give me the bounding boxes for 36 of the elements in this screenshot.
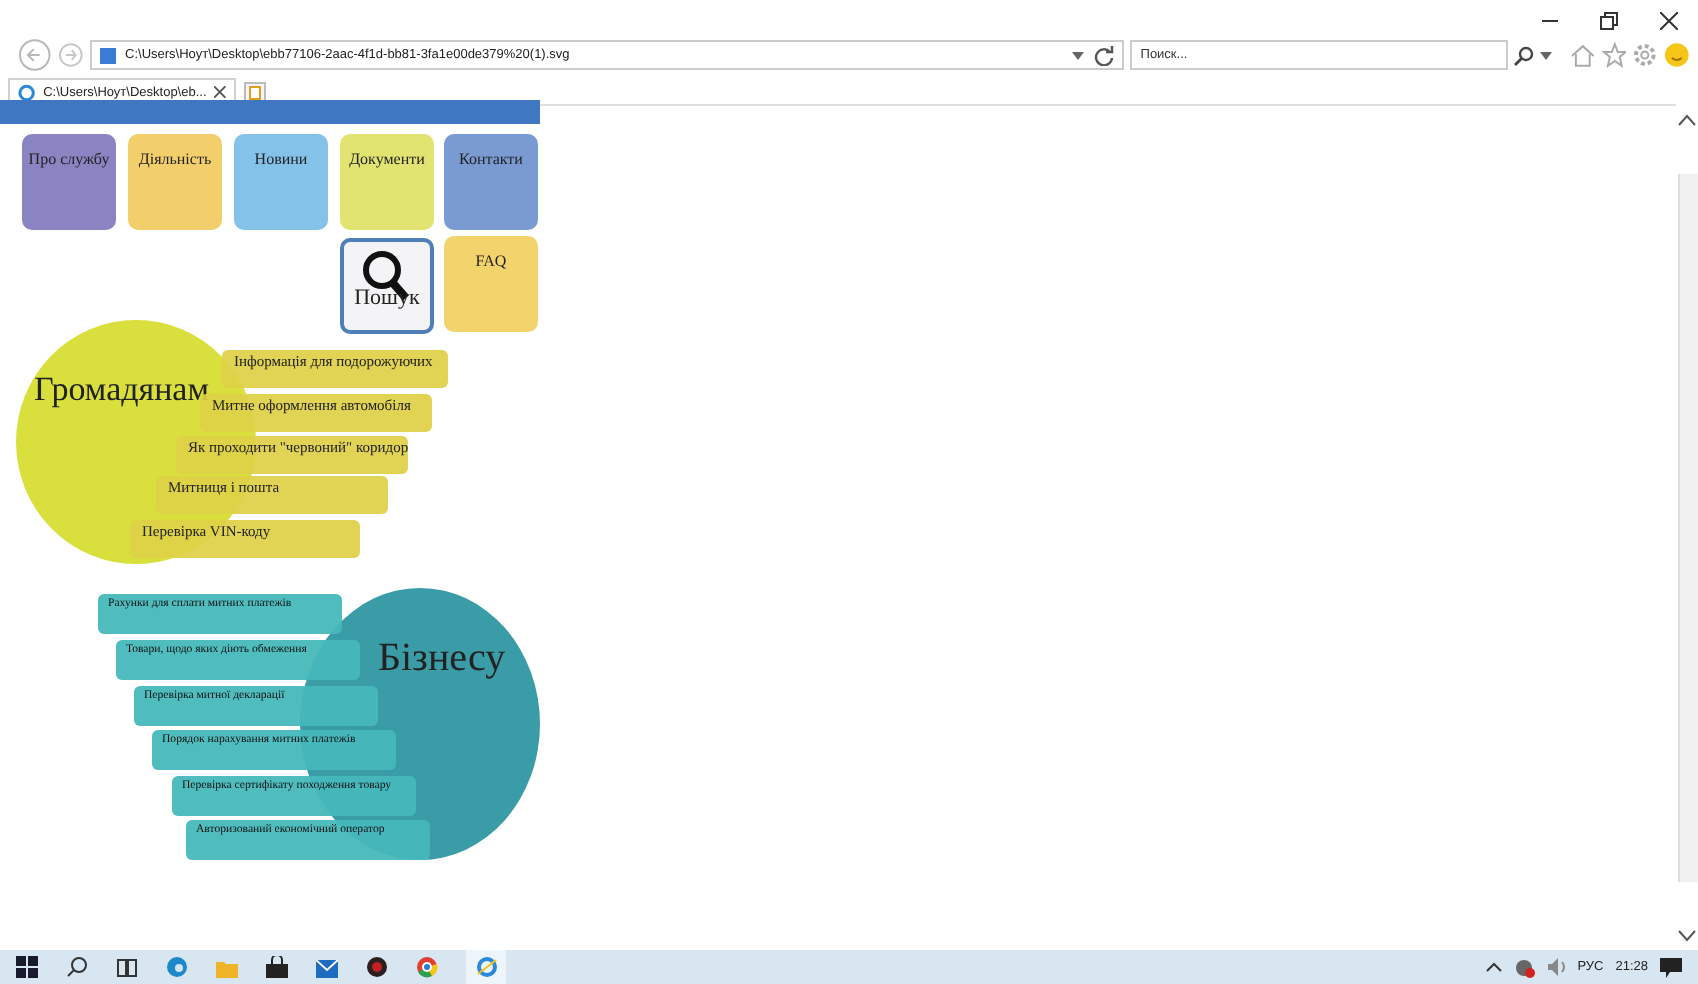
edge-icon[interactable] [166,956,188,978]
restore-icon[interactable] [1600,12,1618,30]
dropdown-icon[interactable] [1072,51,1085,59]
bag-icon[interactable] [266,956,288,978]
nav-tile[interactable]: FAQ [444,236,538,332]
section-title: Бізнесу [378,636,506,682]
dropdown-icon[interactable] [1539,51,1552,59]
start-icon[interactable] [16,956,38,978]
close-icon[interactable] [214,86,226,98]
page-icon [99,47,116,63]
scroll-down-icon[interactable] [1678,930,1696,942]
volume-icon[interactable] [1547,958,1566,976]
minimize-icon[interactable] [1542,19,1558,23]
star-icon[interactable] [1601,42,1627,68]
nav-tile[interactable]: Контакти [444,134,538,230]
search-icon[interactable] [66,956,88,978]
nav-tile[interactable]: Діяльність [128,134,222,230]
record-icon[interactable] [366,956,388,978]
scroll-up-icon[interactable] [1678,114,1696,126]
ie-icon [475,956,497,978]
smiley-icon[interactable] [1664,42,1691,68]
chrome-icon[interactable] [416,956,438,978]
new-tab-icon[interactable] [244,82,266,104]
chevron-up-icon[interactable] [1485,962,1502,972]
mail-icon[interactable] [316,957,338,977]
nav-tile[interactable]: Новини [234,134,328,230]
notification-icon[interactable] [1660,957,1682,977]
refresh-icon[interactable] [1094,45,1115,65]
close-icon[interactable] [1660,12,1678,30]
nav-tile[interactable]: Про службу [22,134,116,230]
network-icon[interactable] [1513,957,1536,977]
search-icon[interactable] [1513,45,1534,65]
task-view-icon[interactable] [116,957,138,977]
nav-tile[interactable]: Документи [340,134,434,230]
ie-icon [18,83,36,101]
taskbar-app[interactable] [466,950,506,984]
